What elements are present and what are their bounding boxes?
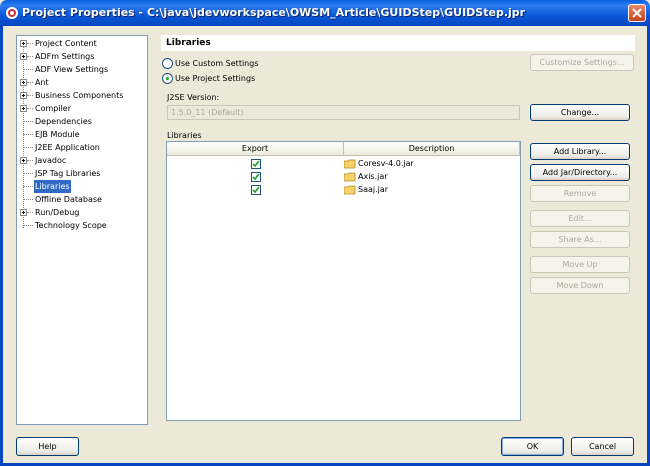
cancel-button[interactable]: Cancel [571, 437, 634, 456]
j2se-version-label: J2SE Version: [167, 93, 220, 102]
ok-button[interactable]: OK [501, 437, 564, 456]
settings-tree[interactable]: Project Content ADFm Settings ADF View S… [16, 35, 148, 425]
tree-item-label: JSP Tag Libraries [35, 169, 101, 178]
tree-item-label: Run/Debug [35, 208, 80, 217]
library-description: Saaj.jar [358, 185, 389, 194]
check-icon [252, 173, 260, 181]
tree-item-label: Business Components [35, 91, 124, 100]
change-button[interactable]: Change... [530, 104, 630, 121]
move-down-button[interactable]: Move Down [530, 277, 630, 294]
use-custom-settings-label[interactable]: Use Custom Settings [175, 59, 259, 68]
tree-item-label: Dependencies [35, 117, 92, 126]
tree-item-label: Libraries [34, 180, 71, 193]
jar-folder-icon [344, 159, 356, 169]
j2se-version-field[interactable]: 1.5.0_11 (Default) [167, 105, 520, 120]
check-icon [252, 186, 260, 194]
customize-settings-button[interactable]: Customize Settings... [530, 54, 634, 71]
table-row[interactable]: Coresv-4.0.jar [167, 157, 520, 170]
tree-item-label: ADFm Settings [35, 52, 95, 61]
move-up-button[interactable]: Move Up [530, 256, 630, 273]
use-custom-settings-radio[interactable] [162, 58, 173, 69]
tree-item-label: ADF View Settings [35, 65, 109, 74]
app-icon [6, 7, 18, 19]
panel-title: Libraries [166, 38, 211, 48]
column-header-export[interactable]: Export [167, 142, 344, 156]
add-jar-directory-button[interactable]: Add Jar/Directory... [530, 164, 630, 181]
close-button[interactable] [628, 4, 646, 22]
jar-folder-icon [344, 185, 356, 195]
panel-header: Libraries [161, 35, 635, 51]
expand-icon[interactable] [20, 53, 27, 60]
expand-icon[interactable] [20, 157, 27, 164]
table-row[interactable]: Axis.jar [167, 170, 520, 183]
expand-icon[interactable] [20, 209, 27, 216]
jar-folder-icon [344, 172, 356, 182]
table-row[interactable]: Saaj.jar [167, 183, 520, 196]
libraries-label: Libraries [167, 131, 202, 140]
edit-button[interactable]: Edit... [530, 210, 630, 227]
help-button[interactable]: Help [16, 437, 79, 456]
tree-item-label: Project Content [35, 39, 97, 48]
use-project-settings-radio[interactable] [162, 73, 173, 84]
expand-icon[interactable] [20, 40, 27, 47]
expand-icon[interactable] [20, 105, 27, 112]
export-checkbox[interactable] [251, 185, 261, 195]
tree-item-label: Technology Scope [35, 221, 107, 230]
tree-item-label: Ant [35, 78, 49, 87]
export-checkbox[interactable] [251, 172, 261, 182]
tree-item-label: Offline Database [35, 195, 102, 204]
library-description: Axis.jar [358, 172, 388, 181]
share-as-button[interactable]: Share As... [530, 231, 630, 248]
export-checkbox[interactable] [251, 159, 261, 169]
add-library-button[interactable]: Add Library... [530, 143, 630, 160]
column-header-description[interactable]: Description [344, 142, 520, 156]
tree-item-label: EJB Module [35, 130, 80, 139]
check-icon [252, 160, 260, 168]
expand-icon[interactable] [20, 79, 27, 86]
title-bar[interactable]: Project Properties - C:\java\jdevworkspa… [0, 0, 650, 26]
tree-item-label: J2EE Application [35, 143, 100, 152]
libraries-table[interactable]: Export Description Coresv-4.0.jar Axis.j… [166, 141, 521, 421]
use-project-settings-label[interactable]: Use Project Settings [175, 74, 255, 83]
tree-item-label: Javadoc [35, 156, 67, 165]
libraries-panel: Libraries Use Custom Settings Use Projec… [161, 35, 635, 425]
library-description: Coresv-4.0.jar [358, 159, 414, 168]
tree-item-label: Compiler [35, 104, 72, 113]
window-title: Project Properties - C:\java\jdevworkspa… [22, 6, 526, 19]
expand-icon[interactable] [20, 92, 27, 99]
remove-button[interactable]: Remove [530, 185, 630, 202]
close-icon [632, 8, 642, 18]
